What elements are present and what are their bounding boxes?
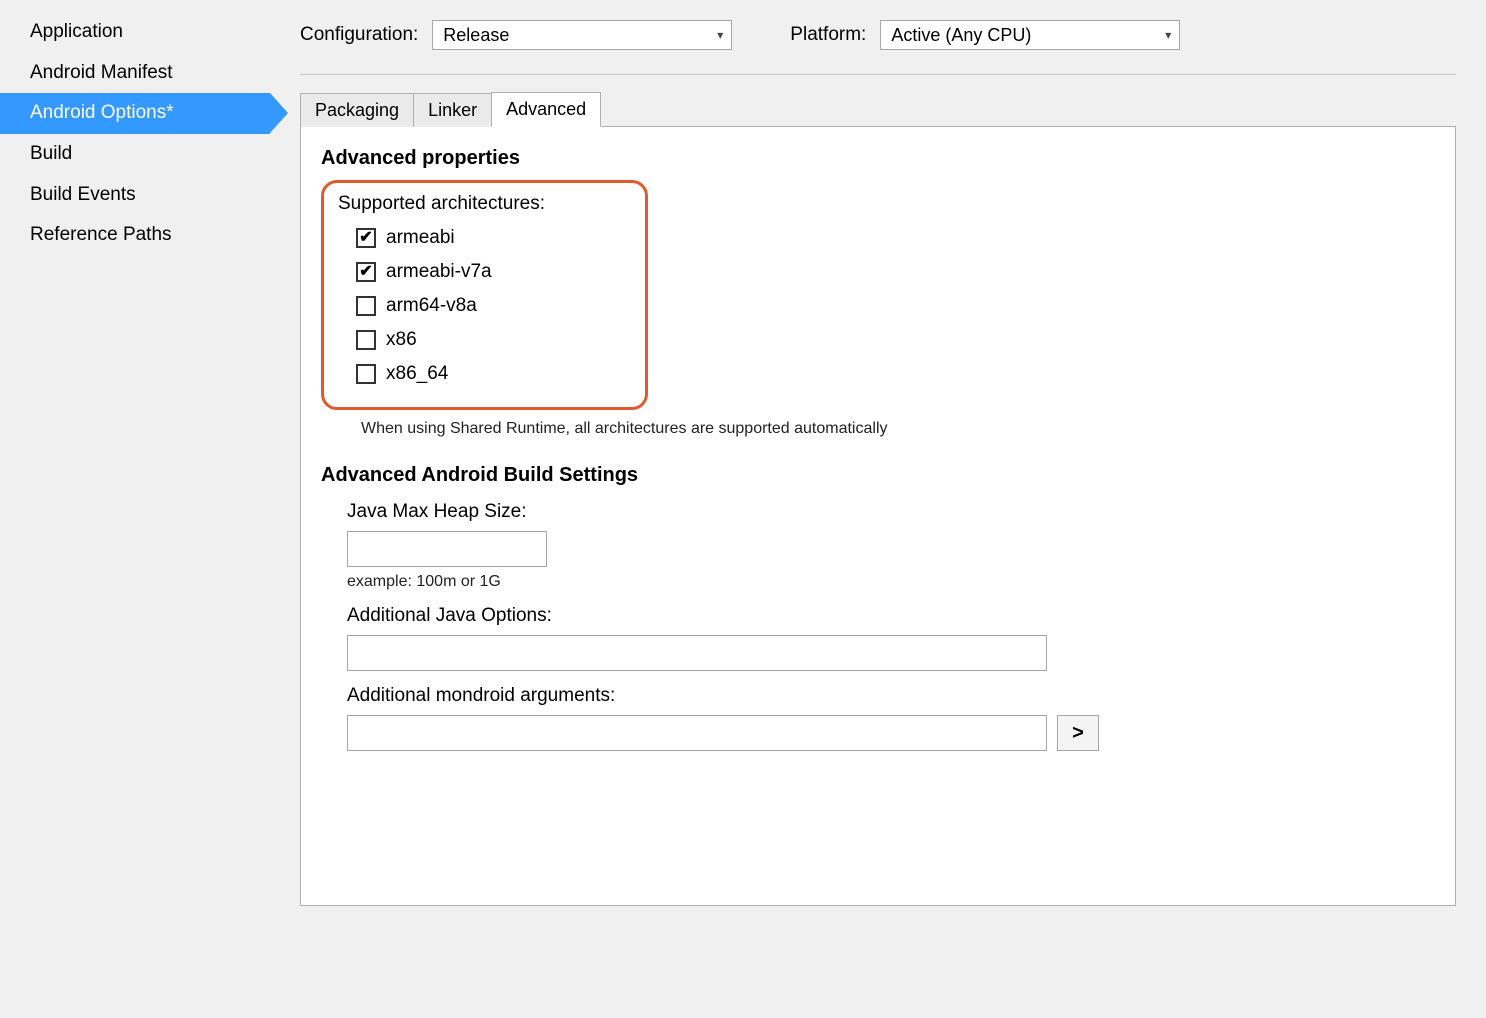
chevron-down-icon: ▾ [1165,28,1171,42]
platform-label: Platform: [790,24,866,46]
sidebar-item-application[interactable]: Application [0,12,270,53]
supported-architectures-highlight: Supported architectures: armeabi armeabi… [321,180,648,410]
arch-item-x86-64: x86_64 [356,363,545,385]
arch-item-arm64-v8a: arm64-v8a [356,295,545,317]
arch-item-armeabi: armeabi [356,227,545,249]
arch-checkbox-armeabi[interactable] [356,228,376,248]
arch-item-armeabi-v7a: armeabi-v7a [356,261,545,283]
tab-packaging[interactable]: Packaging [300,93,414,127]
config-platform-row: Configuration: Release ▾ Platform: Activ… [300,20,1456,75]
architecture-list: armeabi armeabi-v7a arm64-v8a x86 [338,227,545,385]
main-panel: Configuration: Release ▾ Platform: Activ… [270,0,1486,1018]
advanced-properties-title: Advanced properties [321,147,1435,170]
architectures-helper-text: When using Shared Runtime, all architect… [361,420,1435,438]
arch-checkbox-arm64-v8a[interactable] [356,296,376,316]
arch-label-armeabi-v7a: armeabi-v7a [386,261,492,283]
sidebar-item-build[interactable]: Build [0,134,270,175]
arch-checkbox-x86[interactable] [356,330,376,350]
java-max-heap-input[interactable] [347,531,547,567]
java-max-heap-label: Java Max Heap Size: [347,501,1435,523]
sidebar-item-android-options[interactable]: Android Options* [0,93,270,134]
configuration-label: Configuration: [300,24,418,46]
additional-mondroid-arguments-label: Additional mondroid arguments: [347,685,1435,707]
sidebar-item-android-manifest[interactable]: Android Manifest [0,53,270,94]
arch-label-armeabi: armeabi [386,227,455,249]
additional-java-options-input[interactable] [347,635,1047,671]
configuration-select[interactable]: Release ▾ [432,20,732,50]
arch-label-x86: x86 [386,329,417,351]
additional-mondroid-arguments-input[interactable] [347,715,1047,751]
platform-select[interactable]: Active (Any CPU) ▾ [880,20,1180,50]
tab-linker[interactable]: Linker [413,93,492,127]
arch-checkbox-x86-64[interactable] [356,364,376,384]
mondroid-expand-button[interactable]: > [1057,715,1099,751]
sidebar-item-build-events[interactable]: Build Events [0,175,270,216]
sidebar-item-reference-paths[interactable]: Reference Paths [0,215,270,256]
tab-strip: Packaging Linker Advanced [300,91,1456,126]
arch-checkbox-armeabi-v7a[interactable] [356,262,376,282]
chevron-down-icon: ▾ [717,28,723,42]
supported-architectures-label: Supported architectures: [338,193,545,215]
java-max-heap-example: example: 100m or 1G [347,573,1435,591]
tab-advanced[interactable]: Advanced [491,92,601,127]
additional-java-options-label: Additional Java Options: [347,605,1435,627]
arch-item-x86: x86 [356,329,545,351]
sidebar: Application Android Manifest Android Opt… [0,0,270,1018]
arch-label-x86-64: x86_64 [386,363,448,385]
arch-label-arm64-v8a: arm64-v8a [386,295,477,317]
platform-value: Active (Any CPU) [891,25,1031,46]
configuration-value: Release [443,25,509,46]
advanced-build-settings-title: Advanced Android Build Settings [321,464,1435,487]
arrow-right-icon: > [1072,722,1084,745]
advanced-tab-panel: Advanced properties Supported architectu… [300,126,1456,906]
